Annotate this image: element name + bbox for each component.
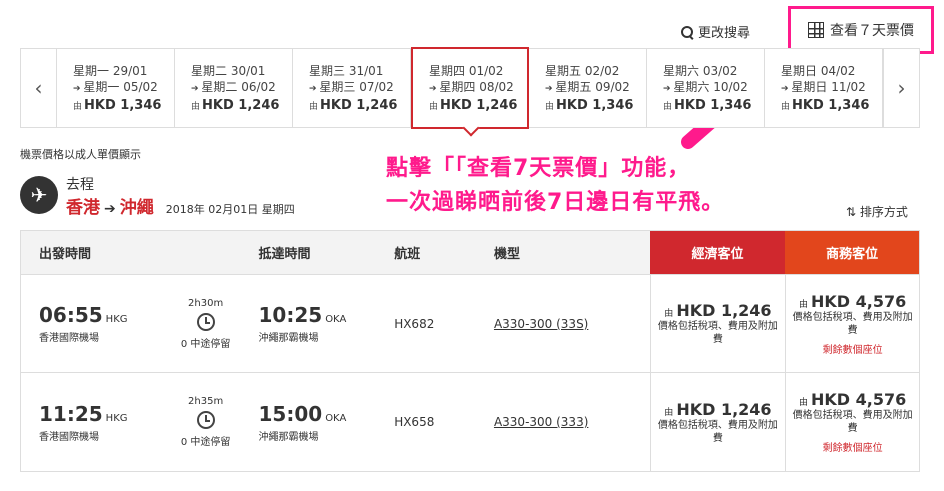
seats-left: 剩餘數個座位 <box>822 344 883 356</box>
travel-date: 2018年 02月01日 星期四 <box>165 203 295 216</box>
arrive-time: 10:25 <box>258 303 323 327</box>
plane-icon: ✈ <box>20 176 58 214</box>
date-cell[interactable]: 星期一 29/01 星期一 05/02 由HKD 1,346 <box>57 49 175 127</box>
table-row: 11:25 HKG 香港國際機場 2h35m 0 中途停留 15:00 OKA 沖繩… <box>21 373 919 471</box>
calendar-grid-icon <box>808 22 824 38</box>
economy-fare[interactable]: 由 HKD 1,246 價格包括稅項、費用及附加費 <box>649 275 786 372</box>
date-strip: ‹ 星期一 29/01 星期一 05/02 由HKD 1,346 星期二 30/… <box>20 47 920 129</box>
header-aircraft: 機型 <box>493 247 520 262</box>
flight-number: HX682 <box>394 316 435 331</box>
header-business: 商務客位 <box>785 231 919 274</box>
flight-table: 出發時間 抵達時間 航班 機型 經濟客位 商務客位 06:55 HKG 香港國際機… <box>20 230 920 472</box>
prev-week-arrow[interactable]: ‹ <box>21 49 57 127</box>
depart-time: 11:25 <box>39 401 103 426</box>
trip-type: 去程 <box>66 177 94 193</box>
depart-airport: 香港國際機場 <box>39 333 99 344</box>
change-search-link[interactable]: 更改搜尋 <box>680 22 750 41</box>
flight-number: HX658 <box>394 415 435 429</box>
clock-icon <box>196 312 215 331</box>
route-title: 香港 ➔ 沖繩 2018年 02月01日 星期四 <box>66 193 295 218</box>
view-7-days-label: 查看７天票價 <box>830 23 914 39</box>
arrive-airport: 沖繩那霸機場 <box>258 431 319 443</box>
view-7-days-button[interactable]: 查看７天票價 <box>788 6 934 54</box>
economy-fare[interactable]: 由 HKD 1,246 價格包括稅項、費用及附加費 <box>649 373 786 471</box>
duration: 2h30m <box>188 297 224 309</box>
annotation-line-1: 點擊「「查看7天票價」功能， <box>386 156 691 181</box>
destination-city: 沖繩 <box>119 198 154 218</box>
arrive-time: 15:00 <box>258 401 323 426</box>
change-search-label: 更改搜尋 <box>698 26 751 41</box>
price-note: 機票價格以成人單價顯示 <box>20 148 141 161</box>
table-row: 06:55 HKG 香港國際機場 2h30m 0 中途停留 10:25 OKA 沖繩… <box>21 275 919 373</box>
header-economy: 經濟客位 <box>649 231 786 274</box>
arrive-airport: 沖繩那霸機場 <box>258 333 319 344</box>
date-cell[interactable]: 星期日 04/02 星期日 11/02 由HKD 1,346 <box>765 49 883 127</box>
header-flight: 航班 <box>394 247 421 262</box>
origin-city: 香港 <box>66 198 100 218</box>
table-header: 出發時間 抵達時間 航班 機型 經濟客位 商務客位 <box>21 231 919 275</box>
date-cell[interactable]: 星期三 31/01 星期三 07/02 由HKD 1,246 <box>293 49 411 127</box>
date-cell-selected[interactable]: 星期四 01/02 星期四 08/02 由HKD 1,246 <box>411 47 529 129</box>
date-cell[interactable]: 星期二 30/01 星期二 06/02 由HKD 1,246 <box>175 49 293 127</box>
business-fare[interactable]: 由 HKD 4,576 價格包括稅項、費用及附加費 剩餘數個座位 <box>785 373 919 471</box>
clock-icon <box>196 411 215 429</box>
aircraft-link[interactable]: A330-300 (333) <box>494 415 650 429</box>
duration: 2h35m <box>188 396 224 407</box>
route-arrow-icon: ➔ <box>104 201 116 217</box>
stops: 0 中途停留 <box>180 338 231 350</box>
next-week-arrow[interactable]: › <box>883 49 919 127</box>
depart-time: 06:55 <box>39 303 103 327</box>
sort-button[interactable]: ⇅ 排序方式 <box>846 203 908 220</box>
aircraft-link[interactable]: A330-300 (33S) <box>494 317 650 331</box>
date-cell[interactable]: 星期五 02/02 星期五 09/02 由HKD 1,346 <box>529 49 647 127</box>
annotation-line-2: 一次過睇晒前後7日邊日有平飛。 <box>386 190 725 215</box>
date-cell[interactable]: 星期六 03/02 星期六 10/02 由HKD 1,346 <box>647 49 765 127</box>
header-arrive: 抵達時間 <box>258 247 311 262</box>
depart-airport: 香港國際機場 <box>39 431 99 443</box>
business-fare[interactable]: 由 HKD 4,576 價格包括稅項、費用及附加費 剩餘數個座位 <box>785 275 919 372</box>
search-icon <box>680 25 694 39</box>
header-depart: 出發時間 <box>39 247 92 262</box>
seats-left: 剩餘數個座位 <box>822 443 883 454</box>
stops: 0 中途停留 <box>180 437 231 448</box>
